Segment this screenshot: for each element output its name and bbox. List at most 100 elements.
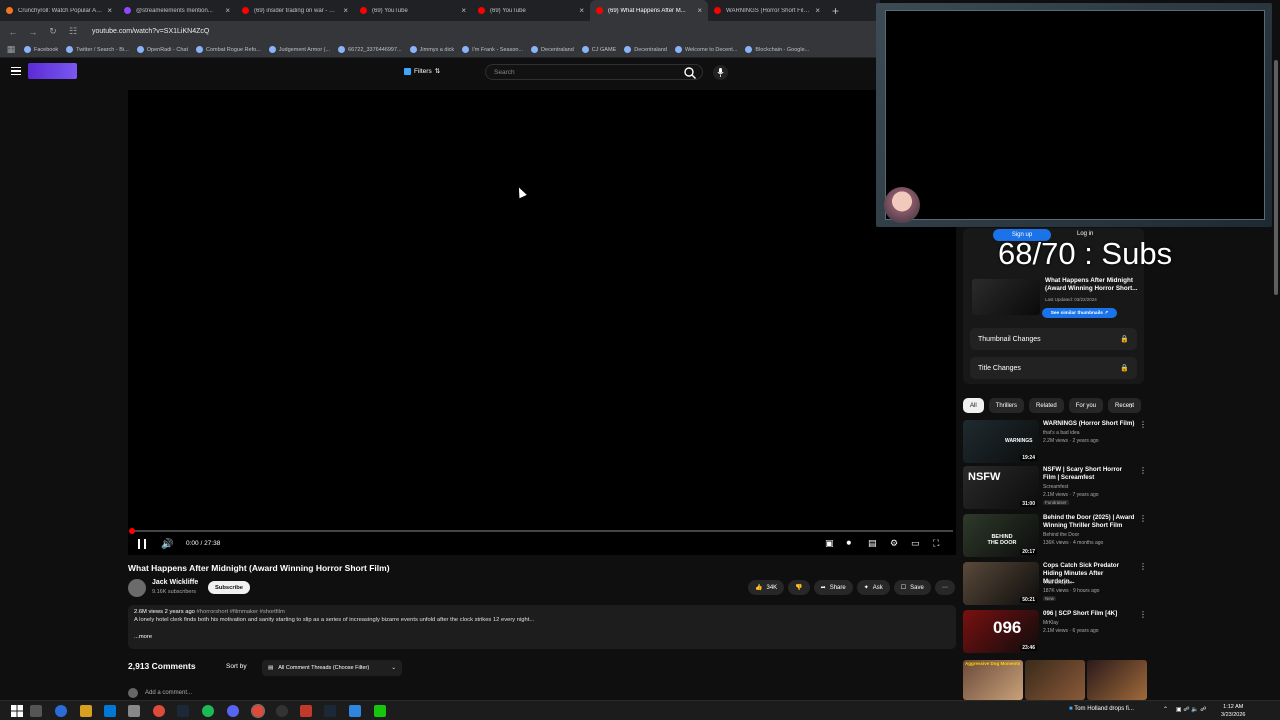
recommendation-title[interactable]: WARNINGS (Horror Short Film) (1043, 420, 1135, 428)
more-options-icon[interactable]: ⋮ (1139, 466, 1147, 475)
recommendation-channel[interactable]: Behind the Door (1043, 532, 1079, 538)
video-thumbnail[interactable]: 096 23:46 (963, 610, 1039, 653)
more-options-icon[interactable]: ⋮ (1139, 610, 1147, 619)
system-clock[interactable]: 1:12 AM 3/23/2026 (1221, 703, 1245, 719)
notification-ticker[interactable]: ■ Tom Holland drops fi... (1069, 706, 1134, 712)
menu-icon[interactable] (11, 67, 21, 75)
browser-tab[interactable]: (69) YouTube × (472, 0, 590, 21)
recommendation-item[interactable]: NSFW 31:00 NSFW | Scary Short Horror Film … (963, 466, 1147, 512)
recommendation-item[interactable]: BEHIND THE DOOR 20:17 Behind the Door (202… (963, 514, 1147, 560)
browser-tab[interactable]: (69) What Happens After M... × (590, 0, 708, 21)
see-similar-thumbnails-button[interactable]: See similar thumbnails ↗ (1042, 308, 1117, 318)
chip-for-you[interactable]: For you (1068, 398, 1104, 413)
recommendation-item[interactable]: 50:21 Cops Catch Sick Predator Hiding Min… (963, 562, 1147, 608)
search-icon[interactable] (683, 66, 697, 80)
chip-all[interactable]: All (963, 398, 984, 413)
browser-tab[interactable]: WARNINGS (Horror Short Film) × (708, 0, 826, 21)
bookmark-item[interactable]: I'm Frank - Season... (462, 46, 523, 53)
like-button[interactable]: 👍 34K (748, 580, 785, 595)
close-icon[interactable]: × (225, 6, 230, 15)
autoplay-toggle[interactable]: ⚫ (845, 538, 853, 549)
bookmark-item[interactable]: Jimmys a dick (409, 46, 454, 53)
recommendation-channel[interactable]: that's a bad idea (1043, 430, 1080, 436)
save-button[interactable]: ☐ Save (893, 580, 931, 595)
chevron-right-icon[interactable]: › (1130, 401, 1133, 410)
store-icon[interactable] (128, 705, 140, 717)
page-scrollbar[interactable] (1274, 60, 1278, 295)
new-tab-icon[interactable]: + (826, 4, 845, 18)
bookmark-item[interactable]: Blockchain - Google... (745, 46, 809, 53)
comment-filter-dropdown[interactable]: ▤ All Comment Threads (Choose Filter) ⌄ (262, 660, 402, 676)
filters-button[interactable]: Filters ⇅ (404, 67, 440, 75)
recommendation-channel[interactable]: Screamfest (1043, 484, 1068, 490)
obs-icon[interactable] (276, 705, 288, 717)
app-icon[interactable] (55, 705, 67, 717)
close-icon[interactable]: × (107, 6, 112, 15)
settings-icon[interactable]: ⚙ (890, 538, 898, 549)
theater-mode-icon[interactable]: ▭ (911, 538, 920, 549)
ask-button[interactable]: ✦ Ask (856, 580, 890, 595)
more-options-icon[interactable]: ⋮ (1139, 562, 1147, 571)
forward-icon[interactable]: → (28, 27, 38, 37)
channel-name[interactable]: Jack Wickliffe (152, 579, 198, 586)
close-icon[interactable]: × (343, 6, 348, 15)
bookmark-item[interactable]: Welcome to Decent... (674, 46, 737, 53)
pause-icon[interactable] (138, 539, 146, 549)
bookmark-item[interactable]: Combat Rogue Refo... (196, 46, 261, 53)
video-thumbnail[interactable]: 50:21 (963, 562, 1039, 605)
hashtags[interactable]: #horrorshort #filmmaker #shortfilm (197, 609, 285, 615)
bookmark-item[interactable]: Decentraland (531, 46, 574, 53)
subscribe-button[interactable]: Subscribe (208, 581, 250, 594)
app-icon[interactable] (374, 705, 386, 717)
spotify-icon[interactable] (202, 705, 214, 717)
tray-icons[interactable]: ▣ ☍ 🔈 ☍ (1176, 706, 1206, 713)
discord-icon[interactable] (227, 705, 239, 717)
recommendation-item[interactable]: WARNINGS 19:24 WARNINGS (Horror Short Film… (963, 420, 1147, 466)
bookmark-item[interactable]: Decentraland (624, 46, 667, 53)
video-thumbnail[interactable]: WARNINGS 19:24 (963, 420, 1039, 463)
close-icon[interactable]: × (461, 6, 466, 15)
recommendation-channel[interactable]: MrKlay (1043, 620, 1059, 626)
site-info-icon[interactable]: ☷ (68, 26, 78, 37)
video-thumbnail[interactable]: BEHIND THE DOOR 20:17 (963, 514, 1039, 557)
bookmark-item[interactable]: Facebook (24, 46, 58, 53)
task-view-icon[interactable] (30, 705, 42, 717)
browser-tab[interactable]: (69) insider trading on war - Yo... × (236, 0, 354, 21)
video-thumbnail[interactable] (1025, 660, 1085, 700)
bookmark-item[interactable]: CJ GAME (581, 46, 616, 53)
title-changes-row[interactable]: Title Changes 🔒 (970, 357, 1137, 379)
add-comment-field[interactable]: Add a comment... (128, 688, 192, 698)
video-player[interactable] (128, 90, 956, 555)
microphone-icon[interactable] (713, 65, 728, 80)
app-icon[interactable] (300, 705, 312, 717)
progress-bar[interactable] (129, 528, 953, 534)
bookmark-item[interactable]: 66722_3376446997... (338, 46, 402, 53)
recommendation-title[interactable]: 096 | SCP Short Film [4K] (1043, 610, 1135, 618)
chrome-icon[interactable] (153, 705, 165, 717)
more-options-icon[interactable]: ⋮ (1139, 514, 1147, 523)
close-icon[interactable]: × (579, 6, 584, 15)
sort-by-button[interactable]: Sort by (226, 663, 247, 670)
file-explorer-icon[interactable] (80, 705, 92, 717)
url-field[interactable]: youtube.com/watch?v=SX1LiKN4ZcQ (92, 28, 209, 35)
miniplayer-toggle-icon[interactable]: ▣ (825, 538, 834, 549)
recommendation-title[interactable]: NSFW | Scary Short Horror Film | Screamf… (1043, 466, 1135, 482)
browser-tab[interactable]: Crunchyroll: Watch Popular Ani... × (0, 0, 118, 21)
close-icon[interactable]: × (815, 6, 820, 15)
thumbnail-changes-row[interactable]: Thumbnail Changes 🔒 (970, 328, 1137, 350)
chip-related[interactable]: Related (1029, 398, 1064, 413)
volume-icon[interactable]: 🔊 (161, 539, 173, 550)
bookmark-item[interactable]: Judgement Armor (... (268, 46, 330, 53)
show-more-link[interactable]: ...more (134, 634, 950, 640)
video-thumbnail[interactable] (1087, 660, 1147, 700)
recommendation-item[interactable]: 096 23:46 096 | SCP Short Film [4K] MrKlay 2… (963, 610, 1147, 656)
captions-icon[interactable]: ▤ (868, 538, 877, 549)
browser-tab[interactable]: @streamelements mention... × (118, 0, 236, 21)
youtube-logo[interactable] (28, 63, 77, 79)
bookmark-item[interactable]: Twitter / Search - Bi... (66, 46, 129, 53)
more-actions-icon[interactable]: ⋯ (934, 580, 955, 595)
mail-icon[interactable] (104, 705, 116, 717)
fullscreen-icon[interactable]: ⛶ (933, 538, 939, 549)
steam-icon[interactable] (177, 705, 189, 717)
windows-start-icon[interactable] (11, 705, 23, 717)
